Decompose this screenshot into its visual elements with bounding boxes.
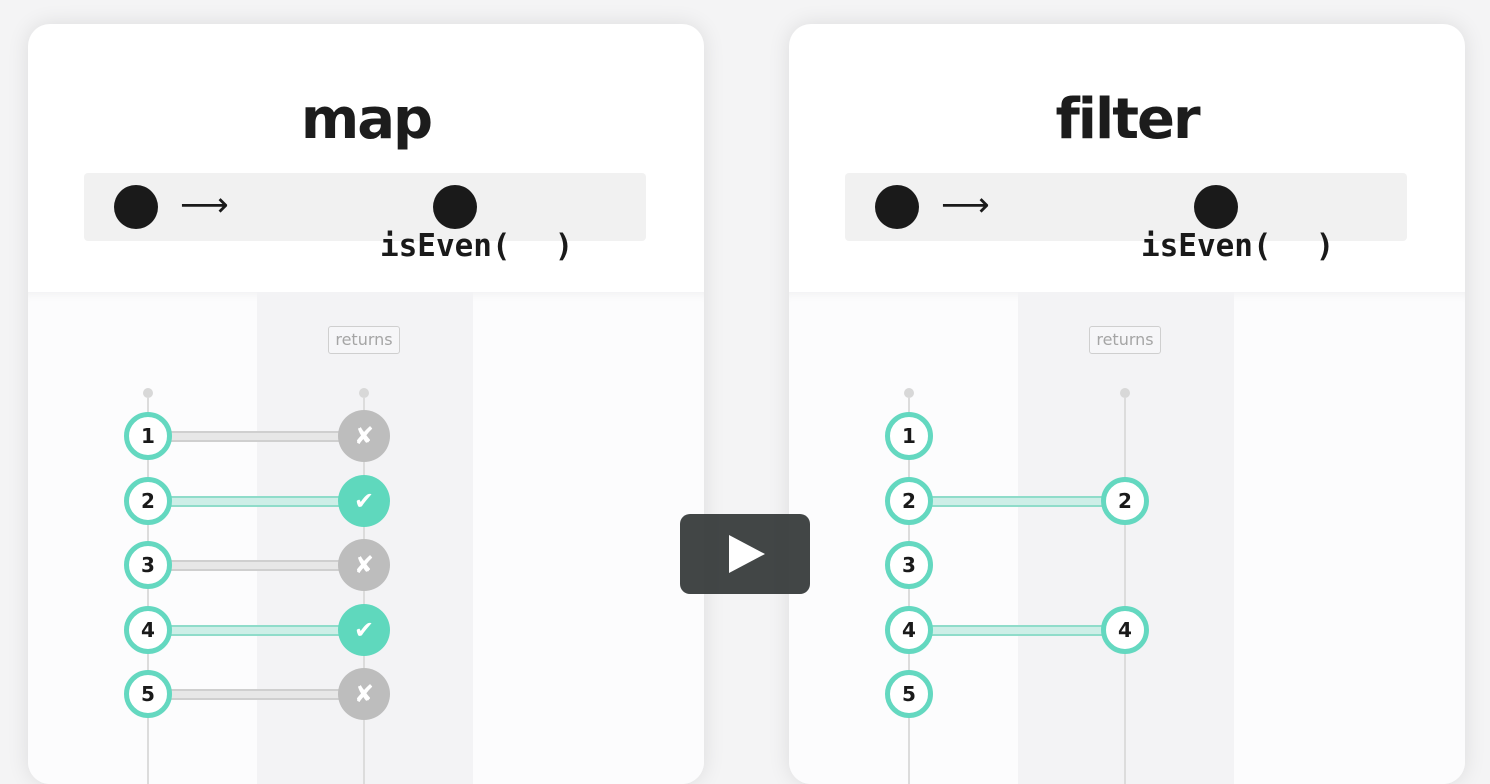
filter-card: filter ⟶ isEven() returns 2 4 1 2 3 4 5 bbox=[789, 24, 1465, 784]
function-call: isEven( bbox=[1140, 228, 1272, 264]
arrow-icon: ⟶ bbox=[180, 185, 229, 225]
closing-paren: ) bbox=[554, 228, 574, 264]
map-output-track-dot bbox=[359, 388, 369, 398]
play-button[interactable] bbox=[680, 514, 810, 594]
filter-returns-column bbox=[1018, 292, 1234, 784]
signature-code: isEven() bbox=[268, 186, 573, 306]
map-link-bar bbox=[168, 689, 344, 700]
check-icon: ✔ bbox=[338, 603, 390, 656]
filter-input-node: 3 bbox=[885, 541, 933, 589]
filter-output-track bbox=[1124, 398, 1126, 784]
filter-output-track-dot bbox=[1120, 388, 1130, 398]
filter-link-bar bbox=[929, 495, 1105, 507]
filter-returns-label: returns bbox=[1089, 326, 1161, 354]
map-link-bar bbox=[168, 560, 344, 571]
map-input-track-dot bbox=[143, 388, 153, 398]
filter-input-node: 2 bbox=[885, 476, 933, 525]
map-link-bar bbox=[168, 431, 344, 442]
map-input-node: 4 bbox=[124, 605, 172, 654]
cross-icon: ✘ bbox=[338, 410, 390, 462]
filter-output-node: 4 bbox=[1101, 605, 1149, 654]
input-dot-icon bbox=[875, 185, 919, 229]
map-input-node: 1 bbox=[124, 412, 172, 460]
closing-paren: ) bbox=[1315, 228, 1335, 264]
cross-icon: ✘ bbox=[338, 539, 390, 591]
filter-input-node: 4 bbox=[885, 605, 933, 654]
argument-dot-icon bbox=[433, 185, 477, 229]
argument-dot-icon bbox=[1194, 185, 1238, 229]
filter-input-node: 1 bbox=[885, 412, 933, 460]
check-icon: ✔ bbox=[338, 474, 390, 527]
map-input-node: 2 bbox=[124, 476, 172, 525]
card-title-filter: filter bbox=[1055, 87, 1200, 152]
map-returns-label: returns bbox=[328, 326, 400, 354]
arrow-icon: ⟶ bbox=[941, 185, 990, 225]
card-title-map: map bbox=[300, 87, 433, 152]
map-link-bar bbox=[168, 495, 344, 507]
map-input-node: 5 bbox=[124, 670, 172, 718]
function-call: isEven( bbox=[379, 228, 511, 264]
play-icon bbox=[729, 535, 765, 573]
filter-link-bar bbox=[929, 624, 1105, 636]
map-input-node: 3 bbox=[124, 541, 172, 589]
filter-input-track-dot bbox=[904, 388, 914, 398]
filter-input-node: 5 bbox=[885, 670, 933, 718]
input-dot-icon bbox=[114, 185, 158, 229]
map-card: map ⟶ isEven() returns ✘ 1 ✔ 2 ✘ 3 ✔ 4 ✘ 5 bbox=[28, 24, 704, 784]
map-link-bar bbox=[168, 624, 344, 636]
signature-code: isEven() bbox=[1029, 186, 1334, 306]
cross-icon: ✘ bbox=[338, 668, 390, 720]
map-signature: ⟶ isEven() bbox=[84, 173, 646, 264]
filter-output-node: 2 bbox=[1101, 476, 1149, 525]
filter-signature: ⟶ isEven() bbox=[845, 173, 1407, 264]
